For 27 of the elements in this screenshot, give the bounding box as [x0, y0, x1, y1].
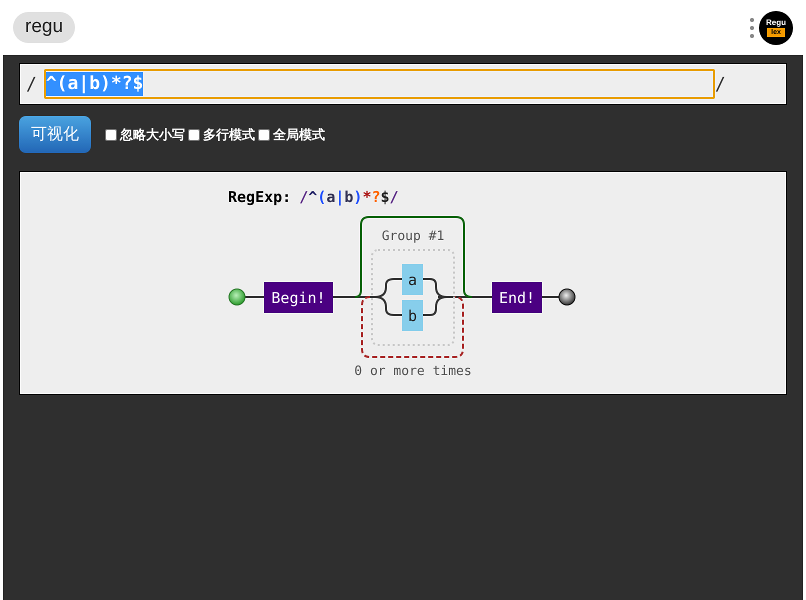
pattern-input-field[interactable]: ^(a|b)*?$: [44, 69, 715, 99]
option-label: 多行模式: [203, 126, 255, 144]
char-label: b: [408, 307, 418, 325]
regexp-label: RegExp:: [228, 187, 292, 208]
char-node: [402, 264, 423, 295]
visualize-button[interactable]: 可视化: [19, 116, 91, 153]
option-label: 忽略大小写: [120, 126, 185, 144]
start-node-icon: [228, 288, 246, 306]
end-node-icon: [558, 288, 576, 306]
slash-delimiter: /: [26, 72, 37, 96]
option-checkbox[interactable]: [188, 128, 200, 140]
selected-text: ^(a|b)*?$: [46, 72, 144, 96]
option-label: 全局模式: [273, 126, 325, 144]
option-checkbox[interactable]: [105, 128, 117, 140]
option-checkbox[interactable]: [258, 128, 270, 140]
end-label: End!: [498, 289, 536, 307]
end-node: [492, 282, 542, 313]
regexp-text: /^(a|b)*?$/: [299, 187, 399, 208]
slash-delimiter: /: [714, 72, 726, 96]
loop-label: 0 or more times: [354, 364, 472, 379]
begin-label: Begin!: [271, 289, 326, 307]
char-label: a: [408, 271, 418, 289]
group-label: Group #1: [382, 229, 444, 244]
more-icon[interactable]: [750, 16, 754, 38]
app-title: regu: [13, 12, 76, 43]
begin-node: [264, 282, 333, 313]
char-node: [402, 300, 423, 331]
